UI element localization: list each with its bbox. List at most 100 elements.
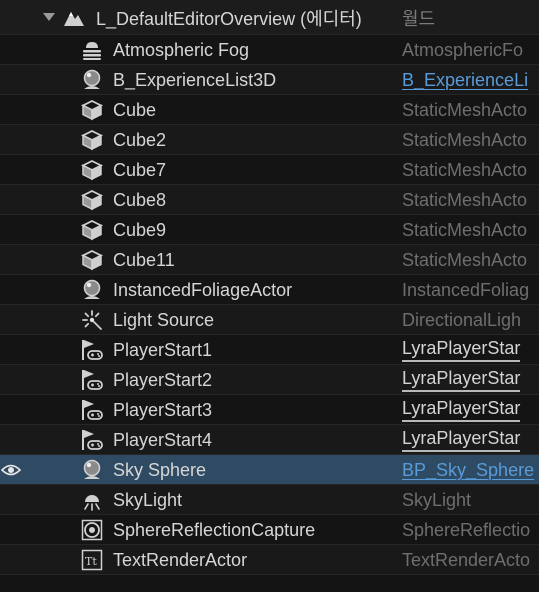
actor-name-cell[interactable]: SkyLight bbox=[78, 485, 182, 515]
outliner-row[interactable]: PlayerStart4 LyraPlayerStar bbox=[0, 425, 539, 455]
actor-label: PlayerStart3 bbox=[113, 399, 213, 420]
actor-label: SkyLight bbox=[113, 489, 183, 510]
actor-type-link[interactable]: BP_Sky_Sphere bbox=[402, 455, 539, 485]
row-divider bbox=[0, 184, 539, 185]
row-divider bbox=[0, 364, 539, 365]
actor-type[interactable]: LyraPlayerStar bbox=[402, 365, 539, 395]
actor-type-text: LyraPlayerStar bbox=[402, 428, 521, 452]
player-start-icon bbox=[78, 368, 106, 392]
actor-name-cell[interactable]: Cube8 bbox=[78, 185, 166, 215]
outliner-row[interactable]: Cube9 StaticMeshActo bbox=[0, 215, 539, 245]
outliner-row[interactable]: Light Source DirectionalLigh bbox=[0, 305, 539, 335]
actor-name-cell[interactable]: InstancedFoliageActor bbox=[78, 275, 292, 305]
actor-sphere-icon bbox=[78, 68, 106, 92]
row-divider bbox=[0, 544, 539, 545]
player-start-icon bbox=[78, 338, 106, 362]
actor-type: SphereReflectio bbox=[402, 519, 531, 540]
actor-label: Cube bbox=[113, 99, 157, 120]
static-mesh-icon bbox=[78, 248, 106, 272]
world-outliner: L_DefaultEditorOverview (에디터) 월드 Atmosph… bbox=[0, 0, 539, 592]
actor-label: PlayerStart4 bbox=[113, 429, 213, 450]
row-divider bbox=[0, 394, 539, 395]
sky-light-icon bbox=[78, 488, 106, 512]
actor-label: Cube9 bbox=[113, 219, 167, 240]
row-divider bbox=[0, 64, 539, 65]
actor-name-cell[interactable]: Sky Sphere bbox=[78, 455, 206, 485]
row-divider bbox=[0, 34, 539, 35]
actor-type[interactable]: LyraPlayerStar bbox=[402, 425, 539, 455]
actor-label: Cube2 bbox=[113, 129, 167, 150]
row-divider bbox=[0, 574, 539, 575]
actor-type: StaticMeshActo bbox=[402, 159, 528, 180]
actor-name-cell[interactable]: Cube bbox=[78, 95, 156, 125]
row-divider bbox=[0, 304, 539, 305]
outliner-row[interactable]: Cube StaticMeshActo bbox=[0, 95, 539, 125]
row-divider bbox=[0, 424, 539, 425]
static-mesh-icon bbox=[78, 158, 106, 182]
actor-name-cell[interactable]: Atmospheric Fog bbox=[78, 35, 249, 65]
outliner-row[interactable]: InstancedFoliageActor InstancedFoliag bbox=[0, 275, 539, 305]
actor-type[interactable]: LyraPlayerStar bbox=[402, 335, 539, 365]
outliner-row[interactable]: PlayerStart2 LyraPlayerStar bbox=[0, 365, 539, 395]
actor-name-cell[interactable]: Light Source bbox=[78, 305, 214, 335]
static-mesh-icon bbox=[78, 218, 106, 242]
actor-name-cell[interactable]: PlayerStart1 bbox=[78, 335, 212, 365]
player-start-icon bbox=[78, 398, 106, 422]
actor-label: Sky Sphere bbox=[113, 459, 207, 480]
outliner-row[interactable]: Atmospheric Fog AtmosphericFo bbox=[0, 35, 539, 65]
actor-type: StaticMeshActo bbox=[402, 219, 528, 240]
actor-type: SkyLight bbox=[402, 489, 472, 510]
actor-type-link[interactable]: B_ExperienceLi bbox=[402, 65, 539, 95]
outliner-row[interactable]: SkyLight SkyLight bbox=[0, 485, 539, 515]
actor-type: InstancedFoliag bbox=[402, 279, 530, 300]
actor-type: StaticMeshActo bbox=[402, 189, 528, 210]
outliner-row[interactable]: SphereReflectionCapture SphereReflectio bbox=[0, 515, 539, 545]
actor-label: B_ExperienceList3D bbox=[113, 69, 277, 90]
eye-icon[interactable] bbox=[0, 455, 22, 485]
actor-name-cell[interactable]: B_ExperienceList3D bbox=[78, 65, 276, 95]
actor-name-cell[interactable]: Tt TextRenderActor bbox=[78, 545, 247, 575]
level-type: 월드 bbox=[402, 8, 436, 29]
actor-type: DirectionalLigh bbox=[402, 309, 522, 330]
actor-name-cell[interactable]: Cube7 bbox=[78, 155, 166, 185]
row-divider bbox=[0, 94, 539, 95]
outliner-row[interactable]: PlayerStart3 LyraPlayerStar bbox=[0, 395, 539, 425]
actor-name-cell[interactable]: PlayerStart2 bbox=[78, 365, 212, 395]
outliner-row[interactable]: B_ExperienceList3D B_ExperienceLi bbox=[0, 65, 539, 95]
outliner-row[interactable]: Sky Sphere BP_Sky_Sphere bbox=[0, 455, 539, 485]
actor-type: TextRenderActo bbox=[402, 549, 531, 570]
actor-name-cell[interactable]: Cube2 bbox=[78, 125, 166, 155]
level-icon bbox=[62, 8, 86, 33]
actor-label: PlayerStart1 bbox=[113, 339, 213, 360]
row-divider bbox=[0, 274, 539, 275]
row-divider bbox=[0, 454, 539, 455]
actor-name-cell[interactable]: Cube9 bbox=[78, 215, 166, 245]
outliner-row[interactable]: Cube7 StaticMeshActo bbox=[0, 155, 539, 185]
actor-name-cell[interactable]: SphereReflectionCapture bbox=[78, 515, 315, 545]
level-name: L_DefaultEditorOverview (에디터) bbox=[96, 8, 362, 29]
actor-type-text: LyraPlayerStar bbox=[402, 398, 521, 422]
static-mesh-icon bbox=[78, 128, 106, 152]
actor-label: InstancedFoliageActor bbox=[113, 279, 293, 300]
outliner-row[interactable]: PlayerStart1 LyraPlayerStar bbox=[0, 335, 539, 365]
actor-label: Cube8 bbox=[113, 189, 167, 210]
text-render-icon: Tt bbox=[78, 548, 106, 572]
directional-light-icon bbox=[78, 308, 106, 332]
outliner-row[interactable]: Tt TextRenderActor TextRenderActo bbox=[0, 545, 539, 575]
chevron-down-icon[interactable] bbox=[43, 13, 55, 21]
actor-name-cell[interactable]: Cube11 bbox=[78, 245, 175, 275]
row-divider bbox=[0, 124, 539, 125]
outliner-row[interactable]: Cube11 StaticMeshActo bbox=[0, 245, 539, 275]
row-divider bbox=[0, 244, 539, 245]
actor-type[interactable]: LyraPlayerStar bbox=[402, 395, 539, 425]
outliner-row[interactable]: Cube2 StaticMeshActo bbox=[0, 125, 539, 155]
actor-type-text: LyraPlayerStar bbox=[402, 368, 521, 392]
actor-label: SphereReflectionCapture bbox=[113, 519, 316, 540]
actor-label: TextRenderActor bbox=[113, 549, 248, 570]
level-row[interactable]: L_DefaultEditorOverview (에디터) 월드 bbox=[0, 0, 539, 35]
actor-name-cell[interactable]: PlayerStart3 bbox=[78, 395, 212, 425]
outliner-row[interactable]: Cube8 StaticMeshActo bbox=[0, 185, 539, 215]
actor-type: StaticMeshActo bbox=[402, 249, 528, 270]
actor-name-cell[interactable]: PlayerStart4 bbox=[78, 425, 212, 455]
actor-label: Light Source bbox=[113, 309, 215, 330]
